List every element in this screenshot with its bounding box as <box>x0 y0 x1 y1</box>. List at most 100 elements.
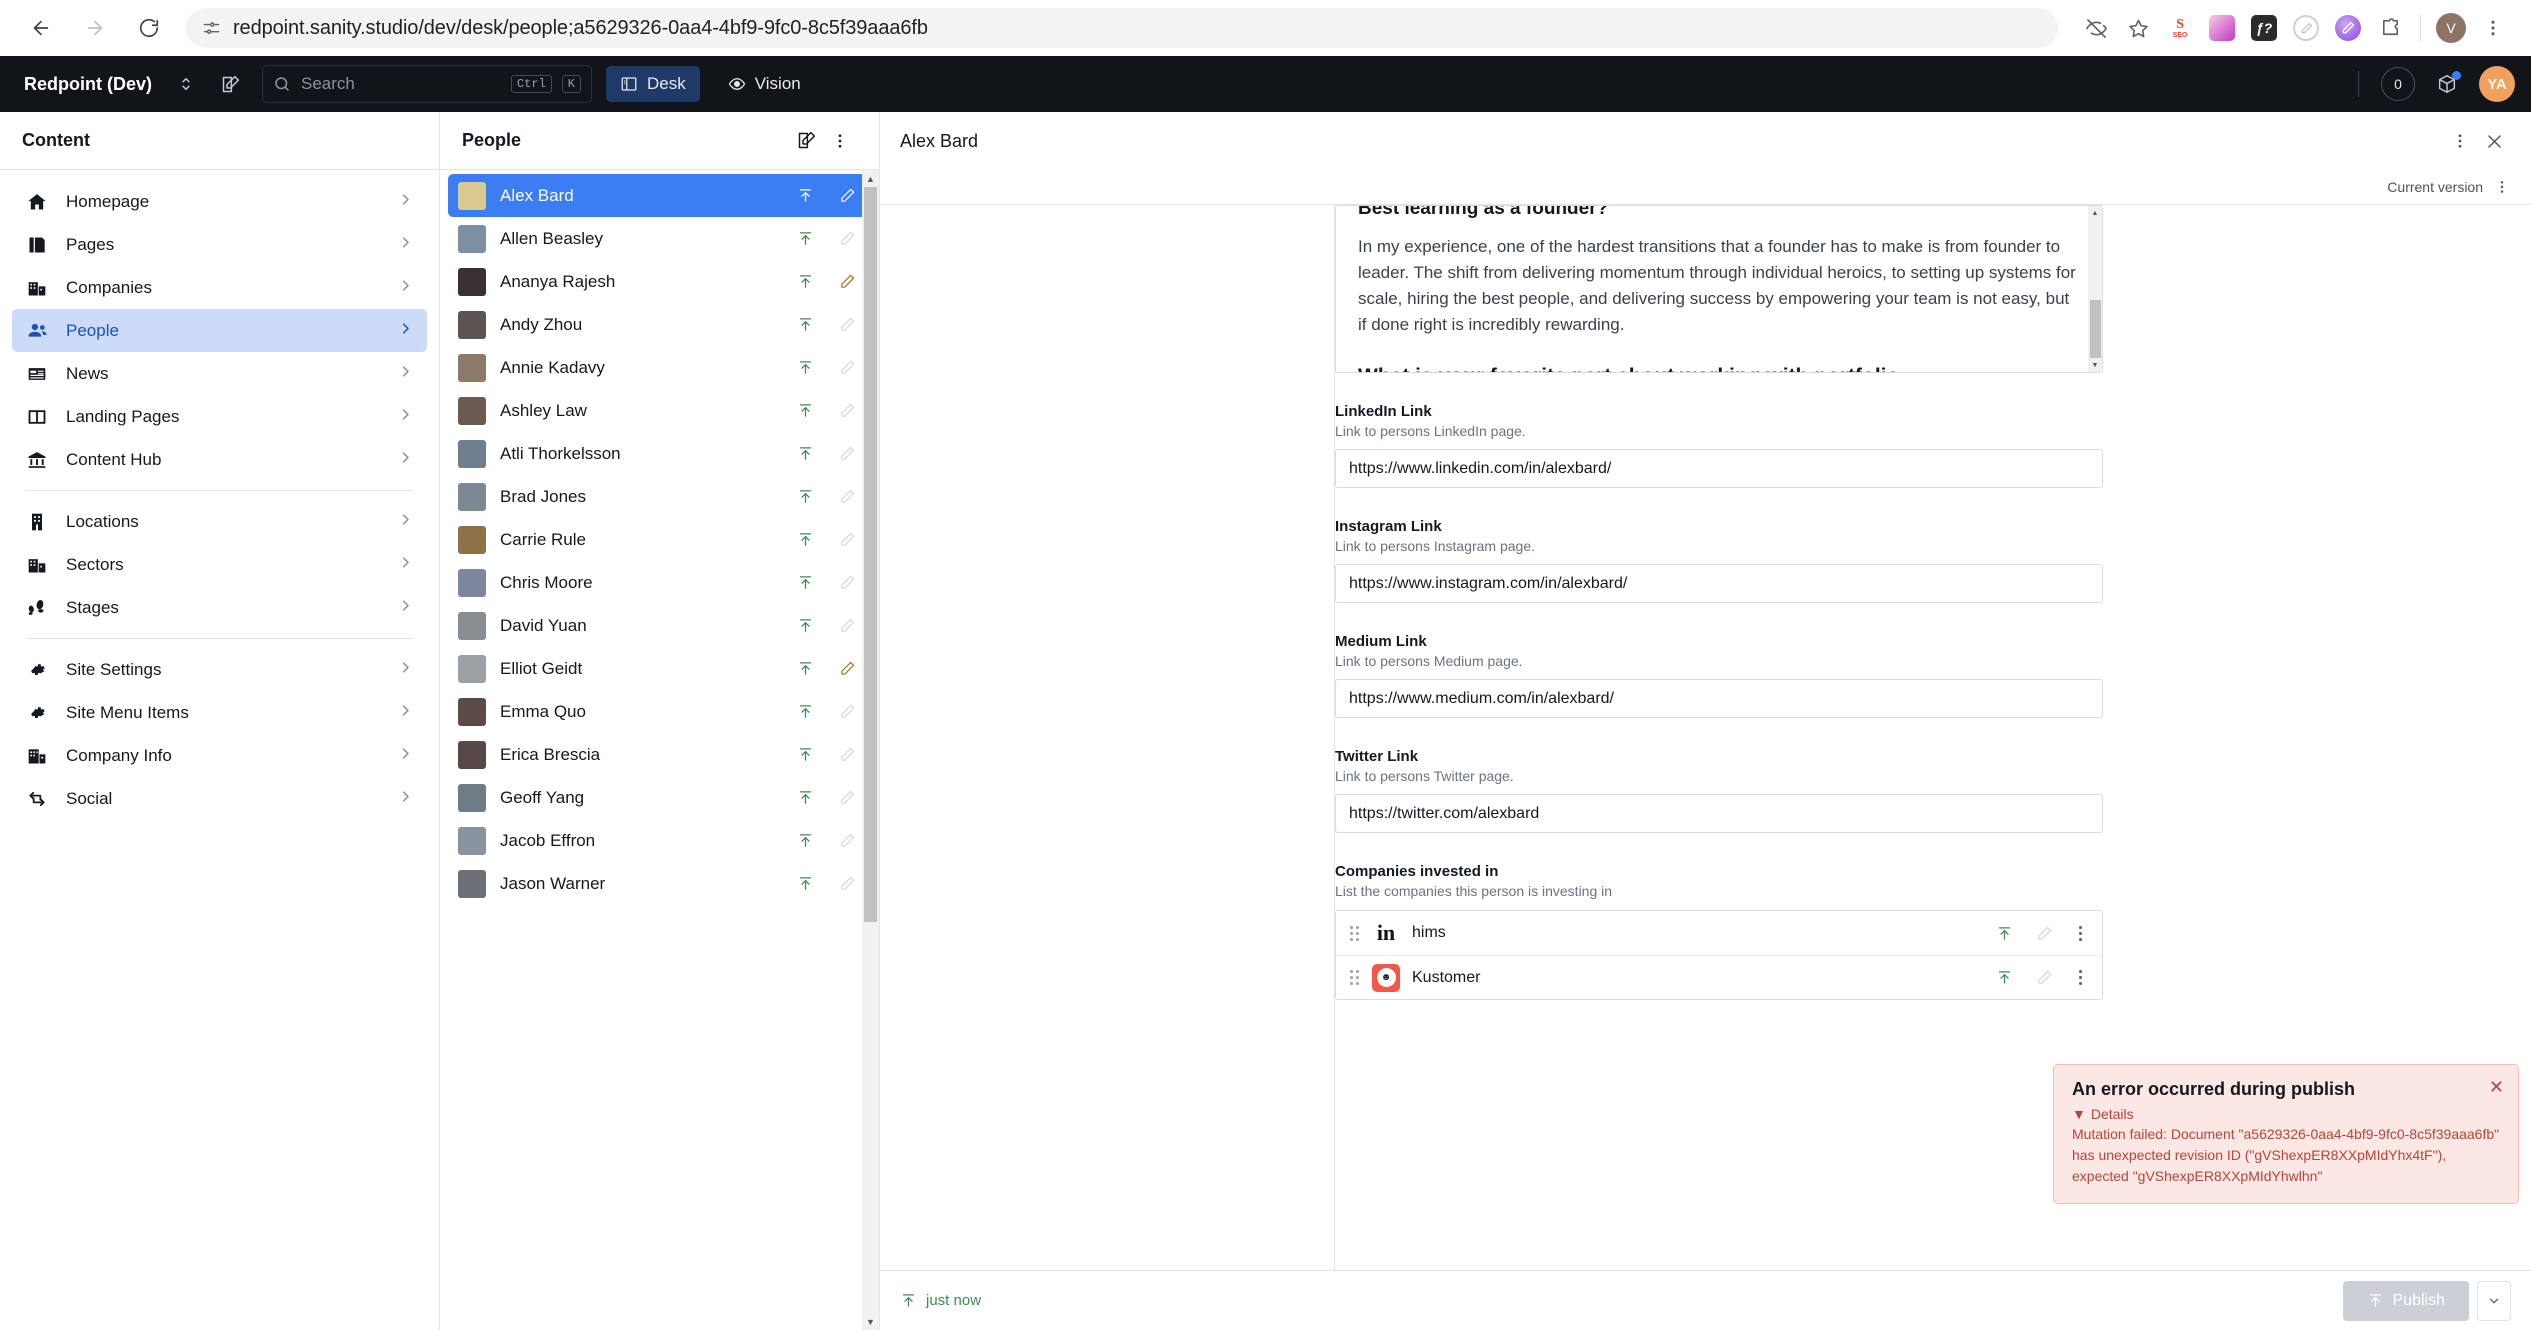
list-item[interactable]: Allen Beasley <box>448 217 871 260</box>
forward-button[interactable] <box>72 5 118 51</box>
sidebar-item-homepage[interactable]: Homepage <box>12 180 427 223</box>
document-version-bar: Current version <box>880 170 2531 204</box>
back-button[interactable] <box>18 5 64 51</box>
pencil-circle-extension-icon[interactable] <box>2286 8 2326 48</box>
address-bar[interactable]: redpoint.sanity.studio/dev/desk/people;a… <box>186 8 2058 48</box>
function-extension-icon[interactable]: ƒ? <box>2244 8 2284 48</box>
tab-desk[interactable]: Desk <box>606 66 700 102</box>
published-status-icon <box>791 230 819 247</box>
list-item-menu-button[interactable] <box>2070 925 2090 941</box>
instagram-link-input[interactable]: https://www.instagram.com/in/alexbard/ <box>1335 564 2103 603</box>
sidebar-item-stages[interactable]: Stages <box>12 586 427 629</box>
bookmark-star-icon[interactable] <box>2118 8 2158 48</box>
rich-text-scrollbar-thumb[interactable] <box>2089 300 2101 358</box>
list-item[interactable]: ☻ Kustomer <box>1336 955 2102 999</box>
hide-eye-icon[interactable] <box>2076 8 2116 48</box>
chrome-menu-icon[interactable] <box>2473 8 2513 48</box>
avatar <box>458 869 486 898</box>
avatar[interactable]: V <box>2431 8 2471 48</box>
create-document-button[interactable] <box>789 124 823 158</box>
version-menu-button[interactable] <box>2493 170 2511 204</box>
chevron-right-icon <box>398 321 413 341</box>
tab-vision[interactable]: Vision <box>714 66 815 102</box>
reload-button[interactable] <box>126 5 172 51</box>
list-item[interactable]: Emma Quo <box>448 690 871 733</box>
sidebar-item-label: Locations <box>66 511 139 531</box>
publish-icon <box>2367 1292 2384 1309</box>
puzzle-extensions-icon[interactable] <box>2370 8 2410 48</box>
list-item[interactable]: Andy Zhou <box>448 303 871 346</box>
companies-invested-description: List the companies this person is invest… <box>1335 883 1613 899</box>
sidebar-item-news[interactable]: News <box>12 352 427 395</box>
chevron-right-icon <box>398 746 413 766</box>
publish-button[interactable]: Publish <box>2342 1280 2469 1321</box>
tab-desk-label: Desk <box>647 74 686 93</box>
list-item[interactable]: Ananya Rajesh <box>448 260 871 303</box>
twitter-link-input[interactable]: https://twitter.com/alexbard <box>1335 794 2103 833</box>
company-icon <box>26 746 48 766</box>
rich-text-scroll-up-icon[interactable]: ▲ <box>2088 206 2102 220</box>
list-item-label: Kustomer <box>1412 968 1481 986</box>
sidebar-item-site-menu-items[interactable]: Site Menu Items <box>12 691 427 734</box>
purple-orb-extension-icon[interactable] <box>2328 8 2368 48</box>
people-list: Alex Bard Allen Beasley Ananya Rajesh Andy … <box>440 170 879 905</box>
close-icon[interactable]: ✕ <box>2489 1077 2504 1098</box>
footsteps-icon <box>26 598 48 618</box>
scroll-up-icon[interactable]: ▲ <box>862 170 879 187</box>
list-item[interactable]: Alex Bard <box>448 174 871 217</box>
create-new-document-icon[interactable] <box>212 66 248 102</box>
drag-handle[interactable] <box>1348 925 1360 941</box>
sidebar-item-people[interactable]: People <box>12 309 427 352</box>
document-body: Best learning as a founder? In my experi… <box>880 204 2531 1270</box>
linkedin-link-input[interactable]: https://www.linkedin.com/in/alexbard/ <box>1335 449 2103 488</box>
list-item[interactable]: Jacob Effron <box>448 819 871 862</box>
edited-status-icon <box>833 574 861 591</box>
list-item[interactable]: Jason Warner <box>448 862 871 905</box>
sidebar-item-content-hub[interactable]: Content Hub <box>12 438 427 481</box>
list-item[interactable]: Elliot Geidt <box>448 647 871 690</box>
sidebar-item-site-settings[interactable]: Site Settings <box>12 648 427 691</box>
package-icon[interactable] <box>2429 66 2465 102</box>
twitter-link-field: Twitter Link Link to persons Twitter page… <box>1335 748 2103 833</box>
list-item[interactable]: Brad Jones <box>448 475 871 518</box>
list-item[interactable]: Annie Kadavy <box>448 346 871 389</box>
search-input[interactable]: Search Ctrl K <box>262 65 592 103</box>
sidebar-item-sectors[interactable]: Sectors <box>12 543 427 586</box>
pane-menu-button[interactable] <box>823 124 857 158</box>
medium-link-input[interactable]: https://www.medium.com/in/alexbard/ <box>1335 679 2103 718</box>
sidebar-item-landing-pages[interactable]: Landing Pages <box>12 395 427 438</box>
list-item[interactable]: Geoff Yang <box>448 776 871 819</box>
publish-menu-button[interactable] <box>2477 1280 2511 1321</box>
sidebar-item-companies[interactable]: Companies <box>12 266 427 309</box>
sidebar-item-locations[interactable]: Locations <box>12 500 427 543</box>
list-item-menu-button[interactable] <box>2070 970 2090 985</box>
scroll-down-icon[interactable]: ▼ <box>862 1313 879 1330</box>
list-item[interactable]: Carrie Rule <box>448 518 871 561</box>
list-item[interactable]: Ashley Law <box>448 389 871 432</box>
list-item[interactable]: David Yuan <box>448 604 871 647</box>
list-item[interactable]: in hims <box>1336 911 2102 955</box>
people-list-scrollbar[interactable]: ▲ ▼ <box>862 170 879 1330</box>
sidebar-item-pages[interactable]: Pages <box>12 223 427 266</box>
list-item[interactable]: Atli Thorkelsson <box>448 432 871 475</box>
sidebar-item-company-info[interactable]: Company Info <box>12 734 427 777</box>
error-toast-details-toggle[interactable]: ▼ Details <box>2072 1106 2500 1122</box>
close-document-button[interactable] <box>2477 124 2511 158</box>
rich-text-editor[interactable]: Best learning as a founder? In my experi… <box>1335 205 2103 373</box>
list-item[interactable]: Chris Moore <box>448 561 871 604</box>
rich-text-scroll-down-icon[interactable]: ▼ <box>2088 358 2102 372</box>
list-item[interactable]: Erica Brescia <box>448 733 871 776</box>
list-item-label: Jason Warner <box>500 873 606 893</box>
site-settings-icon[interactable] <box>202 19 221 38</box>
seo-extension-icon[interactable]: S SEO <box>2160 8 2200 48</box>
workspace-switcher-icon[interactable] <box>168 66 204 102</box>
status-badge[interactable]: 0 <box>2381 67 2415 101</box>
avatar[interactable]: YA <box>2479 66 2515 102</box>
drag-handle[interactable] <box>1348 970 1360 985</box>
sidebar-item-social[interactable]: Social <box>12 777 427 820</box>
scrollbar-thumb[interactable] <box>864 187 877 922</box>
gradient-extension-icon[interactable] <box>2202 8 2242 48</box>
instagram-link-description: Link to persons Instagram page. <box>1335 538 1536 554</box>
document-menu-button[interactable] <box>2443 124 2477 158</box>
rich-text-scrollbar[interactable]: ▲ ▼ <box>2088 206 2102 372</box>
